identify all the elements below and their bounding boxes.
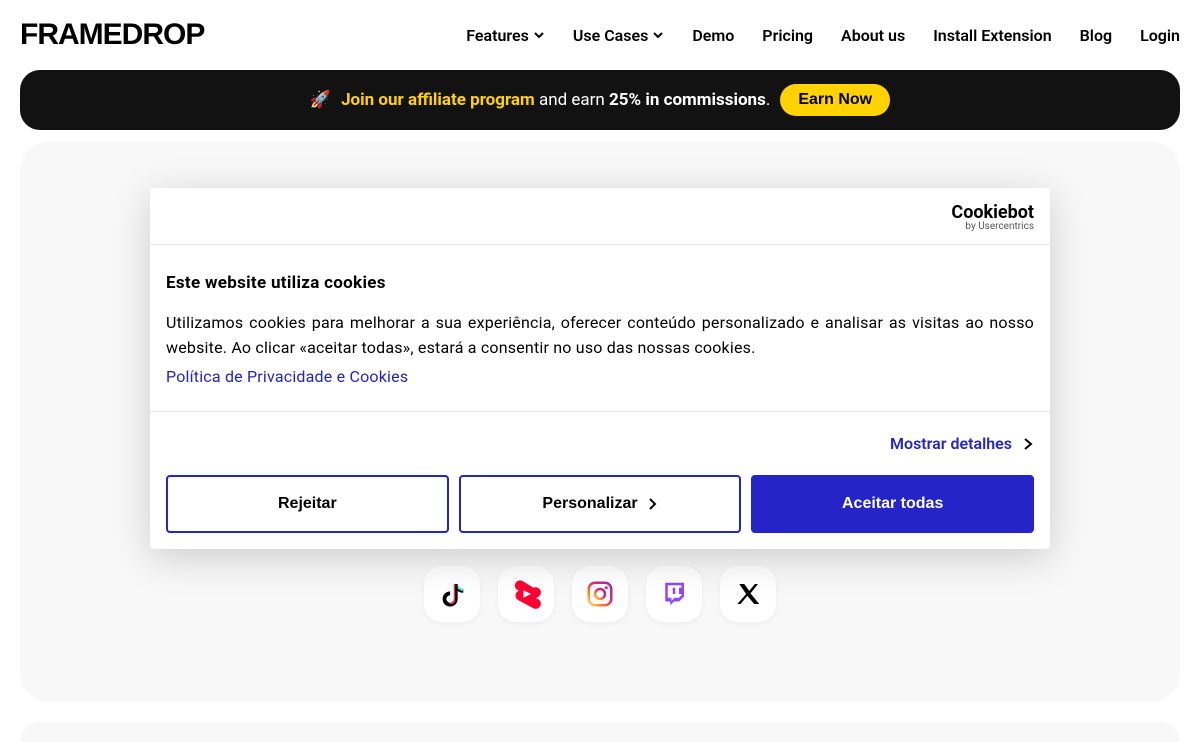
instagram-icon[interactable] <box>572 566 628 622</box>
modal-header: Cookiebot by Usercentrics <box>150 188 1050 245</box>
accept-all-button[interactable]: Aceitar todas <box>751 475 1034 533</box>
nav-pricing[interactable]: Pricing <box>762 26 813 45</box>
social-row <box>424 566 776 622</box>
cookie-title: Este website utiliza cookies <box>166 273 1034 293</box>
nav-login[interactable]: Login <box>1140 26 1180 45</box>
banner-text-mid: and earn <box>535 90 609 110</box>
nav-usecases-label: Use Cases <box>573 26 648 45</box>
customize-label: Personalizar <box>542 495 637 513</box>
logo[interactable]: FRAMEDROP <box>20 18 204 52</box>
nav-about[interactable]: About us <box>841 26 905 45</box>
nav-features[interactable]: Features <box>466 26 545 45</box>
youtube-shorts-icon[interactable] <box>498 566 554 622</box>
site-header: FRAMEDROP Features Use Cases Demo Pricin… <box>0 0 1200 70</box>
main-nav: Features Use Cases Demo Pricing About us… <box>466 26 1180 45</box>
nav-install[interactable]: Install Extension <box>933 26 1051 45</box>
chevron-right-icon <box>648 498 658 510</box>
x-twitter-icon[interactable] <box>720 566 776 622</box>
reject-button[interactable]: Rejeitar <box>166 475 449 533</box>
chevron-down-icon <box>652 29 664 41</box>
affiliate-link[interactable]: Join our affiliate program <box>341 90 535 110</box>
modal-details-row: Mostrar detalhes <box>150 412 1050 475</box>
nav-usecases[interactable]: Use Cases <box>573 26 664 45</box>
nav-blog[interactable]: Blog <box>1080 26 1112 45</box>
hero-section: Cookiebot by Usercentrics Este website u… <box>20 142 1180 702</box>
modal-actions: Rejeitar Personalizar Aceitar todas <box>150 475 1050 549</box>
banner-dot: . <box>766 90 770 110</box>
show-details-label: Mostrar detalhes <box>890 434 1012 453</box>
cookiebot-logo[interactable]: Cookiebot by Usercentrics <box>951 202 1034 232</box>
nav-features-label: Features <box>466 26 529 45</box>
cookie-consent-modal: Cookiebot by Usercentrics Este website u… <box>150 188 1050 549</box>
earn-now-button[interactable]: Earn Now <box>780 84 890 116</box>
chevron-right-icon <box>1022 437 1034 451</box>
chevron-down-icon <box>533 29 545 41</box>
tiktok-icon[interactable] <box>424 566 480 622</box>
rocket-icon: 🚀 <box>310 90 331 110</box>
cookiebot-brand: Cookiebot <box>951 202 1034 223</box>
banner-commission: 25% in commissions <box>609 90 766 110</box>
privacy-policy-link[interactable]: Política de Privacidade e Cookies <box>166 365 408 390</box>
cookie-body-text: Utilizamos cookies para melhorar a sua e… <box>166 313 1034 357</box>
affiliate-banner: 🚀 Join our affiliate program and earn 25… <box>20 70 1180 130</box>
modal-body: Este website utiliza cookies Utilizamos … <box>150 245 1050 412</box>
twitch-icon[interactable] <box>646 566 702 622</box>
customize-button[interactable]: Personalizar <box>459 475 742 533</box>
next-section-peek <box>20 722 1180 742</box>
show-details-button[interactable]: Mostrar detalhes <box>890 434 1034 453</box>
nav-demo[interactable]: Demo <box>692 26 734 45</box>
